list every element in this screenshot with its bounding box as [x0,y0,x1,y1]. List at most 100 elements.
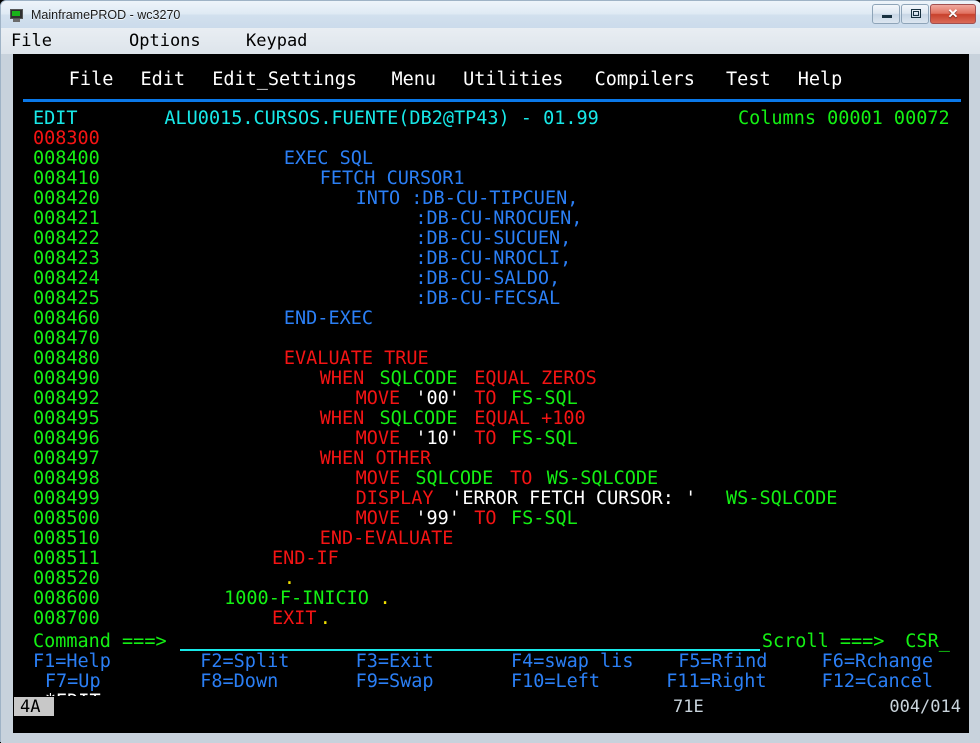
editor-line-number[interactable]: 008300 [33,129,100,149]
editor-line-number[interactable]: 008420 [33,189,100,209]
editor-line-number[interactable]: 008498 [33,469,100,489]
editor-line[interactable]: 008424:DB-CU-SALDO, [13,269,969,289]
function-key-f4[interactable]: F4=swap lis [511,652,634,672]
action-bar-item-compilers[interactable]: Compilers [595,70,695,90]
editor-line-number[interactable]: 008421 [33,209,100,229]
editor-line-number[interactable]: 008496 [33,429,100,449]
editor-line[interactable]: 008470 [13,329,969,349]
maximize-button[interactable] [901,3,929,24]
action-bar-item-help[interactable]: Help [798,70,843,90]
editor-line-number[interactable]: 008600 [33,589,100,609]
editor-line-text: SQLCODE [379,408,458,429]
function-key-row-1[interactable]: F1=Help F2=Split F3=Exit F4=swap lis F5=Rfin… [13,652,969,672]
editor-line-text: EXEC SQL [283,148,373,169]
function-key-f7[interactable]: F7=Up [45,672,101,692]
editor-line-text: WS-SQLCODE [726,488,838,509]
editor-line-text: FS-SQL [510,508,578,529]
editor-line[interactable]: 008498 MOVE SQLCODE TO WS-SQLCODE [13,469,969,489]
editor-line[interactable]: 008495 WHEN SQLCODE EQUAL +100 [13,409,969,429]
editor-line-text: TO [463,508,508,529]
editor-line[interactable]: 008700 EXIT. [13,609,969,629]
editor-line-number[interactable]: 008511 [33,549,100,569]
editor-line-number[interactable]: 008492 [33,389,100,409]
action-bar-item-file[interactable]: File [69,70,114,90]
scroll-amount-value[interactable]: CSR_ [905,632,950,652]
editor-line-number[interactable]: 008490 [33,369,100,389]
action-bar-item-utilities[interactable]: Utilities [463,70,563,90]
function-key-f6[interactable]: F6=Rchange [822,652,933,672]
editor-line-number[interactable]: 008460 [33,309,100,329]
function-key-f9[interactable]: F9=Swap [356,672,434,692]
editor-line[interactable]: 008423:DB-CU-NROCLI, [13,249,969,269]
function-key-f1[interactable]: F1=Help [33,652,111,672]
editor-line[interactable]: 008600 1000-F-INICIO. [13,589,969,609]
editor-line-text: DISPLAY [355,488,445,509]
function-key-row-2[interactable]: F7=Up F8=Down F9=Swap F10=Left F11=Right F12=… [13,672,969,692]
editor-line[interactable]: 008510 END-EVALUATE [13,529,969,549]
menu-keypad[interactable]: Keypad [246,31,307,51]
editor-columns-label: Columns 00001 00072 [738,108,950,129]
action-bar-item-menu[interactable]: Menu [391,70,436,90]
editor-line-number[interactable]: 008495 [33,409,100,429]
editor-line-number[interactable]: 008520 [33,569,100,589]
editor-line-number[interactable]: 008480 [33,349,100,369]
editor-line-number[interactable]: 008510 [33,529,100,549]
function-key-f11[interactable]: F11=Right [666,672,766,692]
editor-line[interactable]: 008410 FETCH CURSOR1 [13,169,969,189]
editor-line[interactable]: 008520. [13,569,969,589]
editor-line-number[interactable]: 008470 [33,329,100,349]
editor-line[interactable]: 008400 EXEC SQL [13,149,969,169]
editor-line-number[interactable]: 008424 [33,269,100,289]
editor-line[interactable]: 008500 MOVE '99' TO FS-SQL [13,509,969,529]
minimize-button[interactable] [872,3,900,24]
editor-line-number[interactable]: 008410 [33,169,100,189]
editor-line-number[interactable]: 008425 [33,289,100,309]
editor-line-number[interactable]: 008423 [33,249,100,269]
title-bar[interactable]: MainframePROD - wc3270 ✕ [1,1,980,28]
editor-line[interactable]: 008420 INTO :DB-CU-TIPCUEN, [13,189,969,209]
editor-line[interactable]: 008422:DB-CU-SUCUEN, [13,229,969,249]
editor-line[interactable]: 008511 END-IF [13,549,969,569]
editor-line-number[interactable]: 008497 [33,449,100,469]
editor-line[interactable]: 008300 [13,129,969,149]
editor-line-number[interactable]: 008400 [33,149,100,169]
editor-line-text: '99' [415,508,460,529]
editor-header: EDIT ALU0015.CURSOS.FUENTE(DB2@TP43) - 01… [13,109,969,129]
editor-line[interactable]: 008490 WHEN SQLCODE EQUAL ZEROS [13,369,969,389]
editor-line[interactable]: 008480 EVALUATE TRUE [13,349,969,369]
editor-line-number[interactable]: 008499 [33,489,100,509]
function-key-f3[interactable]: F3=Exit [356,652,434,672]
action-bar-item-edit[interactable]: Edit [141,70,186,90]
oia-mode-indicator: 4A [14,697,54,716]
terminal-icon [9,7,25,23]
editor-line[interactable]: 008421:DB-CU-NROCUEN, [13,209,969,229]
application-menu-bar: File Options Keypad [1,28,980,55]
editor-line-text: '10' [415,428,460,449]
editor-line-number[interactable]: 008422 [33,229,100,249]
editor-line-text: MOVE [355,508,412,529]
editor-line-number[interactable]: 008500 [33,509,100,529]
editor-line[interactable]: 008497 WHEN OTHER [13,449,969,469]
function-key-f2[interactable]: F2=Split [200,652,289,672]
action-bar-item-test[interactable]: Test [726,70,771,90]
editor-line[interactable]: 008492 MOVE '00' TO FS-SQL [13,389,969,409]
editor-line-text: EQUAL ZEROS [463,368,597,389]
editor-line-number[interactable]: 008700 [33,609,100,629]
action-bar-item-edit-settings[interactable]: Edit_Settings [212,70,357,90]
function-key-f12[interactable]: F12=Cancel [822,672,933,692]
terminal-screen[interactable]: File Edit Edit_Settings Menu Utilities Compil… [13,54,969,716]
editor-line-text: INTO :DB-CU-TIPCUEN, [355,188,579,209]
menu-file[interactable]: File [11,31,52,51]
menu-options[interactable]: Options [129,31,201,51]
editor-line-text: FS-SQL [510,428,578,449]
editor-line[interactable]: 008496 MOVE '10' TO FS-SQL [13,429,969,449]
editor-line[interactable]: 008425:DB-CU-FECSAL [13,289,969,309]
oia-center-field: 71E [673,697,704,716]
close-button[interactable]: ✕ [930,3,976,24]
editor-line[interactable]: 008460 END-EXEC [13,309,969,329]
window-title: MainframePROD - wc3270 [31,7,181,22]
function-key-f10[interactable]: F10=Left [511,672,600,692]
function-key-f5[interactable]: F5=Rfind [678,652,767,672]
editor-line[interactable]: 008499 DISPLAY 'ERROR FETCH CURSOR: ' WS-… [13,489,969,509]
function-key-f8[interactable]: F8=Down [200,672,278,692]
